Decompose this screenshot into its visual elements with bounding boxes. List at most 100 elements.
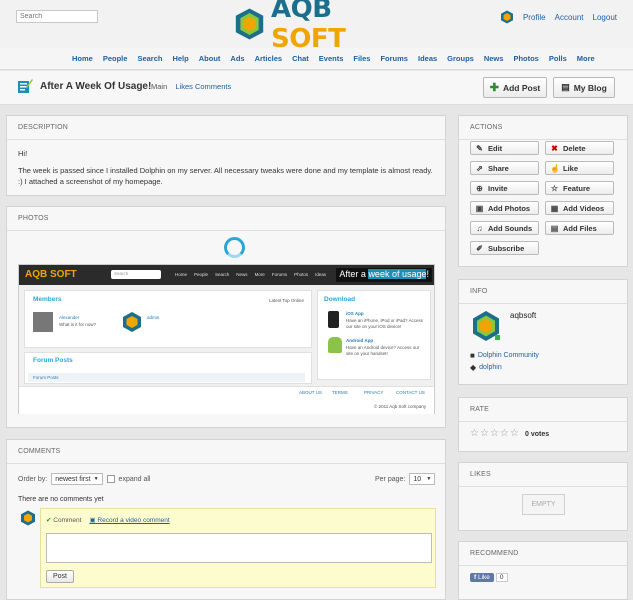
video-icon: ▣ (89, 517, 96, 524)
order-by-label: Order by: (18, 475, 48, 483)
tag-link[interactable]: dolphin (479, 364, 502, 371)
film-icon: ▦ (550, 203, 559, 213)
actions-heading: ACTIONS (459, 116, 627, 140)
share-icon: ⇗ (476, 163, 483, 173)
per-page-row: Per page: 10 ▼ (375, 473, 436, 485)
photos-heading: PHOTOS (7, 207, 445, 231)
shot-download-panel: Download iOS App Have an iPhone, iPod or… (317, 290, 431, 380)
like-button[interactable]: ☝ Like (545, 161, 614, 175)
blog-post-icon (18, 79, 33, 93)
post-comment-button[interactable]: Post (46, 570, 74, 583)
shot-members-panel: Members Latest Top Online Alexander What… (24, 290, 312, 348)
edit-button[interactable]: ✎ Edit (470, 141, 539, 155)
nav-item-chat[interactable]: Chat (292, 54, 309, 63)
nav-item-photos[interactable]: Photos (513, 54, 538, 63)
shot-forum-bar (28, 373, 305, 382)
category-link[interactable]: Dolphin Community (478, 352, 539, 359)
shot-members-title: Members (33, 296, 62, 303)
per-page-select[interactable]: 10 ▼ (409, 473, 436, 485)
add-files-button[interactable]: ▤ Add Files (545, 221, 614, 235)
thumbs-up-icon: ☝ (550, 163, 560, 173)
profile-link[interactable]: Profile (523, 13, 546, 22)
add-videos-button[interactable]: ▦ Add Videos (545, 201, 614, 215)
tag-icon: ◆ (470, 363, 477, 372)
star-icon[interactable]: ☆ (510, 428, 519, 439)
per-page-value: 10 (413, 475, 422, 483)
add-post-button[interactable]: ✚ Add Post (483, 77, 547, 98)
nav-item-files[interactable]: Files (353, 54, 370, 63)
shot-footer-contact: CONTACT US (396, 390, 425, 395)
nav-item-groups[interactable]: Groups (447, 54, 474, 63)
nav-item-articles[interactable]: Articles (255, 54, 283, 63)
delete-button[interactable]: ✖ Delete (545, 141, 614, 155)
star-icon[interactable]: ☆ (470, 428, 479, 439)
rating-stars[interactable]: ☆ ☆ ☆ ☆ ☆ (470, 428, 519, 439)
nav-item-forums[interactable]: Forums (380, 54, 408, 63)
nav-item-about[interactable]: About (199, 54, 221, 63)
facebook-like-label: Like (477, 574, 490, 581)
search-input[interactable] (16, 10, 98, 23)
nav-item-home[interactable]: Home (72, 54, 93, 63)
votes-count: 0 votes (525, 431, 550, 438)
subscribe-label: Subscribe (488, 243, 525, 253)
shot-nav-item: News (236, 272, 248, 277)
site-logo[interactable]: AQB SOFT (234, 0, 402, 54)
nav-item-polls[interactable]: Polls (549, 54, 567, 63)
user-avatar-icon[interactable] (500, 10, 514, 24)
nav-item-ideas[interactable]: Ideas (418, 54, 437, 63)
add-post-label: Add Post (502, 82, 541, 93)
shot-logo: AQB SOFT (25, 269, 77, 280)
logout-link[interactable]: Logout (593, 13, 617, 22)
star-icon[interactable]: ☆ (500, 428, 509, 439)
share-button[interactable]: ⇗ Share (470, 161, 539, 175)
subscribe-button[interactable]: ✐ Subscribe (470, 241, 539, 255)
like-label: Like (563, 163, 579, 173)
account-link[interactable]: Account (555, 13, 584, 22)
plus-icon: ✚ (489, 82, 499, 94)
shot-header: AQB SOFT Search Home People Search News More… (19, 265, 434, 285)
star-icon[interactable]: ☆ (480, 428, 489, 439)
shot-admin-avatar-icon (123, 312, 141, 332)
add-sounds-label: Add Sounds (488, 223, 533, 233)
tab-video-label: Record a video comment (97, 517, 170, 524)
add-photos-label: Add Photos (488, 203, 531, 213)
comment-textarea[interactable] (46, 533, 432, 563)
tab-main[interactable]: Main (151, 82, 167, 91)
chevron-down-icon: ▼ (93, 476, 99, 482)
author-avatar-icon[interactable] (470, 310, 502, 342)
order-by-value: newest first (55, 475, 91, 483)
facebook-like-button[interactable]: f Like (470, 573, 494, 582)
facebook-like-count: 0 (495, 573, 508, 582)
nav-item-people[interactable]: People (103, 54, 128, 63)
shot-member2-name: admin (147, 315, 160, 320)
nav-item-events[interactable]: Events (319, 54, 344, 63)
shot-iphone-icon (328, 311, 339, 328)
edit-icon: ✎ (476, 143, 483, 153)
add-sounds-button[interactable]: ♫ Add Sounds (470, 221, 539, 235)
tab-likes[interactable]: Likes (175, 82, 193, 91)
share-label: Share (488, 163, 509, 173)
shot-nav-item: Ideas (315, 272, 327, 277)
my-blog-button[interactable]: ▤ My Blog (553, 77, 615, 98)
star-icon[interactable]: ☆ (490, 428, 499, 439)
nav-item-news[interactable]: News (484, 54, 504, 63)
tab-comments[interactable]: Comments (195, 82, 231, 91)
author-name[interactable]: aqbsoft (510, 311, 536, 320)
tab-comment[interactable]: ✔ Comment (46, 516, 81, 524)
shot-forum-sub: Forum Posts (33, 375, 59, 380)
shot-forum-title: Forum Posts (33, 357, 73, 364)
invite-button[interactable]: ⊕ Invite (470, 181, 539, 195)
shot-member-avatar (33, 312, 53, 332)
nav-item-more[interactable]: More (577, 54, 595, 63)
add-photos-button[interactable]: ▣ Add Photos (470, 201, 539, 215)
order-by-select[interactable]: newest first ▼ (51, 473, 103, 485)
tab-video-comment[interactable]: ▣ Record a video comment (89, 516, 169, 524)
nav-item-ads[interactable]: Ads (230, 54, 244, 63)
nav-item-help[interactable]: Help (172, 54, 188, 63)
homepage-screenshot[interactable]: AQB SOFT Search Home People Search News More… (18, 264, 435, 414)
invite-label: Invite (488, 183, 508, 193)
expand-all-checkbox[interactable] (106, 475, 115, 483)
nav-item-search[interactable]: Search (137, 54, 162, 63)
feature-button[interactable]: ☆ Feature (545, 181, 614, 195)
page-title-bar: After A Week Of Usage! Main Likes Commen… (0, 71, 633, 105)
